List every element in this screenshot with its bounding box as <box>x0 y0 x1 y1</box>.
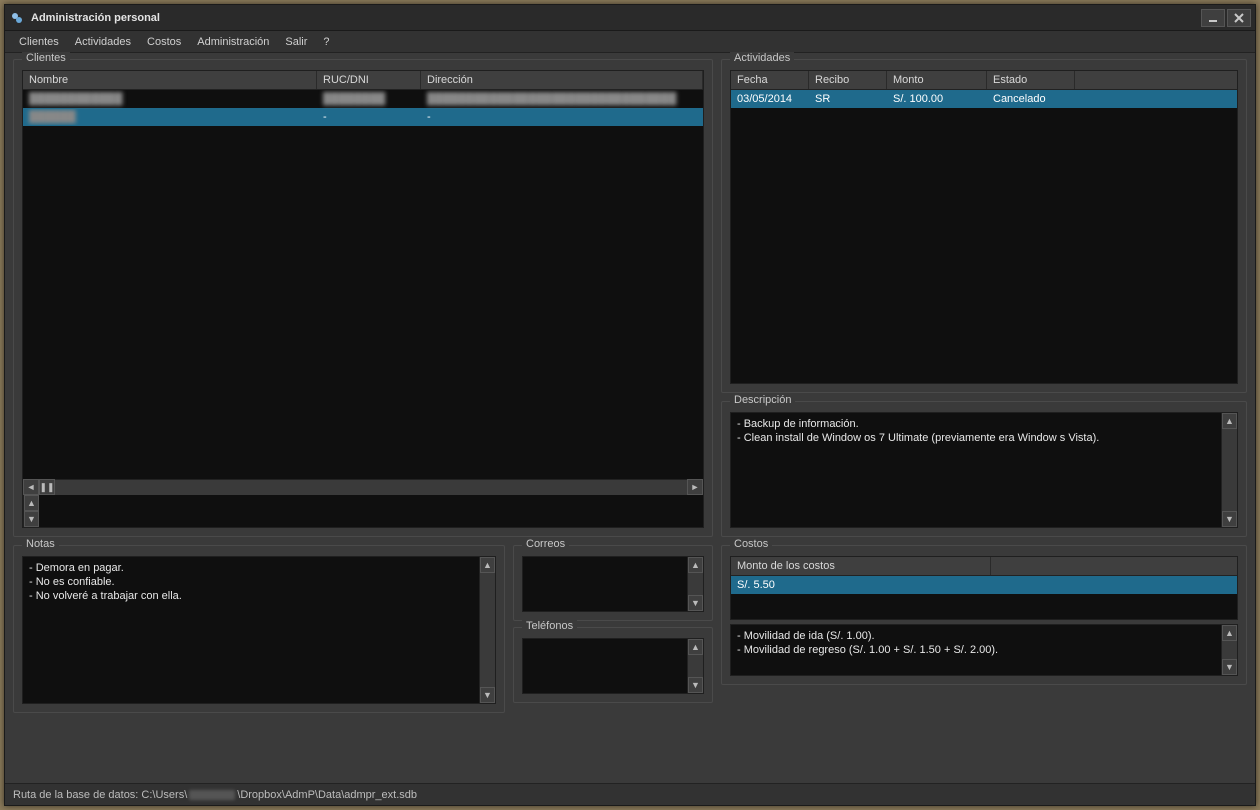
clientes-table[interactable]: Nombre RUC/DNI Dirección ████████████ ██… <box>22 70 704 528</box>
scroll-up-icon[interactable]: ▲ <box>688 639 703 655</box>
scroll-right-icon[interactable]: ► <box>687 479 703 495</box>
col-recibo[interactable]: Recibo <box>809 71 887 89</box>
cell-nombre: ██████ <box>29 111 76 123</box>
costos-body[interactable]: S/. 5.50 <box>731 576 1237 619</box>
scroll-down-icon[interactable]: ▼ <box>1222 511 1237 527</box>
redacted-username <box>189 790 235 800</box>
notas-label: Notas <box>22 538 59 550</box>
scroll-up-icon[interactable]: ▲ <box>1222 625 1237 641</box>
client-area: Clientes Nombre RUC/DNI Dirección ██████… <box>5 53 1255 783</box>
correos-group: Correos ▲ ▼ <box>513 545 713 621</box>
scroll-left2-icon[interactable]: ❚❚ <box>39 479 55 495</box>
table-row[interactable]: ████████████ ████████ ██████████████████… <box>23 90 703 108</box>
cell-nombre: ████████████ <box>23 91 317 107</box>
actividades-group: Actividades Fecha Recibo Monto Estado 0 <box>721 59 1247 393</box>
cell-estado: Cancelado <box>987 91 1075 107</box>
status-bar: Ruta de la base de datos: C:\Users\ \Drop… <box>5 783 1255 805</box>
col-estado[interactable]: Estado <box>987 71 1075 89</box>
telefonos-group: Teléfonos ▲ ▼ <box>513 627 713 703</box>
cell-direccion: - <box>421 109 703 125</box>
scroll-down-icon[interactable]: ▼ <box>24 511 39 527</box>
costos-detail-line: - Movilidad de ida (S/. 1.00). <box>737 629 1231 643</box>
descripcion-label: Descripción <box>730 394 795 406</box>
notas-line: - Demora en pagar. <box>29 561 489 575</box>
clientes-vscroll[interactable]: ▲ ▼ <box>23 495 39 527</box>
status-path-prefix: Ruta de la base de datos: C:\Users\ <box>13 789 187 801</box>
cell-direccion: ████████████████████████████████ <box>421 91 703 107</box>
actividades-body[interactable]: 03/05/2014 SR S/. 100.00 Cancelado <box>731 90 1237 383</box>
menu-bar: Clientes Actividades Costos Administraci… <box>5 31 1255 53</box>
clientes-body[interactable]: ████████████ ████████ ██████████████████… <box>23 90 703 479</box>
correos-textpane[interactable]: ▲ ▼ <box>522 556 704 612</box>
actividades-group-label: Actividades <box>730 52 794 64</box>
menu-costos[interactable]: Costos <box>139 34 189 50</box>
scroll-up-icon[interactable]: ▲ <box>1222 413 1237 429</box>
col-monto[interactable]: Monto <box>887 71 987 89</box>
col-fecha[interactable]: Fecha <box>731 71 809 89</box>
telefonos-label: Teléfonos <box>522 620 577 632</box>
descripcion-line: - Backup de información. <box>737 417 1231 431</box>
menu-actividades[interactable]: Actividades <box>67 34 139 50</box>
clientes-hscroll[interactable]: ◄ ❚❚ ► <box>23 479 703 495</box>
clientes-group: Clientes Nombre RUC/DNI Dirección ██████… <box>13 59 713 537</box>
app-window: Administración personal Clientes Activid… <box>4 4 1256 806</box>
notas-line: - No es confiable. <box>29 575 489 589</box>
correos-label: Correos <box>522 538 569 550</box>
actividades-header-row: Fecha Recibo Monto Estado <box>731 71 1237 90</box>
scroll-down-icon[interactable]: ▼ <box>480 687 495 703</box>
app-icon <box>9 10 25 26</box>
descripcion-textpane[interactable]: - Backup de información. - Clean install… <box>730 412 1238 528</box>
cell-rucdni: - <box>317 109 421 125</box>
scroll-down-icon[interactable]: ▼ <box>688 677 703 693</box>
table-row[interactable]: 03/05/2014 SR S/. 100.00 Cancelado <box>731 90 1237 108</box>
menu-clientes[interactable]: Clientes <box>11 34 67 50</box>
col-monto-costos[interactable]: Monto de los costos <box>731 557 991 575</box>
telefonos-textpane[interactable]: ▲ ▼ <box>522 638 704 694</box>
costos-group: Costos Monto de los costos S/. 5.50 <box>721 545 1247 685</box>
table-row[interactable]: ██████ - - <box>23 108 703 126</box>
descripcion-line: - Clean install de Window os 7 Ultimate … <box>737 431 1231 445</box>
minimize-button[interactable] <box>1201 9 1225 27</box>
col-direccion[interactable]: Dirección <box>421 71 703 89</box>
scroll-left-icon[interactable]: ◄ <box>23 479 39 495</box>
costos-group-label: Costos <box>730 538 772 550</box>
scroll-up-icon[interactable]: ▲ <box>24 495 39 511</box>
notas-textpane[interactable]: - Demora en pagar. - No es confiable. - … <box>22 556 496 704</box>
menu-help[interactable]: ? <box>315 34 337 50</box>
window-title: Administración personal <box>31 12 160 24</box>
costos-table[interactable]: Monto de los costos S/. 5.50 <box>730 556 1238 620</box>
close-button[interactable] <box>1227 9 1251 27</box>
title-bar[interactable]: Administración personal <box>5 5 1255 31</box>
menu-salir[interactable]: Salir <box>277 34 315 50</box>
cell-monto: S/. 100.00 <box>887 91 987 107</box>
notas-line: - No volveré a trabajar con ella. <box>29 589 489 603</box>
scroll-up-icon[interactable]: ▲ <box>480 557 495 573</box>
scroll-up-icon[interactable]: ▲ <box>688 557 703 573</box>
table-row[interactable]: S/. 5.50 <box>731 576 1237 594</box>
costos-header-row: Monto de los costos <box>731 557 1237 576</box>
clientes-group-label: Clientes <box>22 52 70 64</box>
cell-rucdni: ████████ <box>317 91 421 107</box>
actividades-table[interactable]: Fecha Recibo Monto Estado 03/05/2014 SR … <box>730 70 1238 384</box>
menu-administracion[interactable]: Administración <box>189 34 277 50</box>
costos-detail-textpane[interactable]: - Movilidad de ida (S/. 1.00). - Movilid… <box>730 624 1238 676</box>
cell-fecha: 03/05/2014 <box>731 91 809 107</box>
costos-detail-line: - Movilidad de regreso (S/. 1.00 + S/. 1… <box>737 643 1231 657</box>
scroll-down-icon[interactable]: ▼ <box>688 595 703 611</box>
col-rucdni[interactable]: RUC/DNI <box>317 71 421 89</box>
status-path-suffix: \Dropbox\AdmP\Data\admpr_ext.sdb <box>237 789 417 801</box>
clientes-header-row: Nombre RUC/DNI Dirección <box>23 71 703 90</box>
descripcion-group: Descripción - Backup de información. - C… <box>721 401 1247 537</box>
col-nombre[interactable]: Nombre <box>23 71 317 89</box>
scroll-down-icon[interactable]: ▼ <box>1222 659 1237 675</box>
cell-recibo: SR <box>809 91 887 107</box>
cell-monto-costos: S/. 5.50 <box>731 577 991 593</box>
notas-group: Notas - Demora en pagar. - No es confiab… <box>13 545 505 713</box>
